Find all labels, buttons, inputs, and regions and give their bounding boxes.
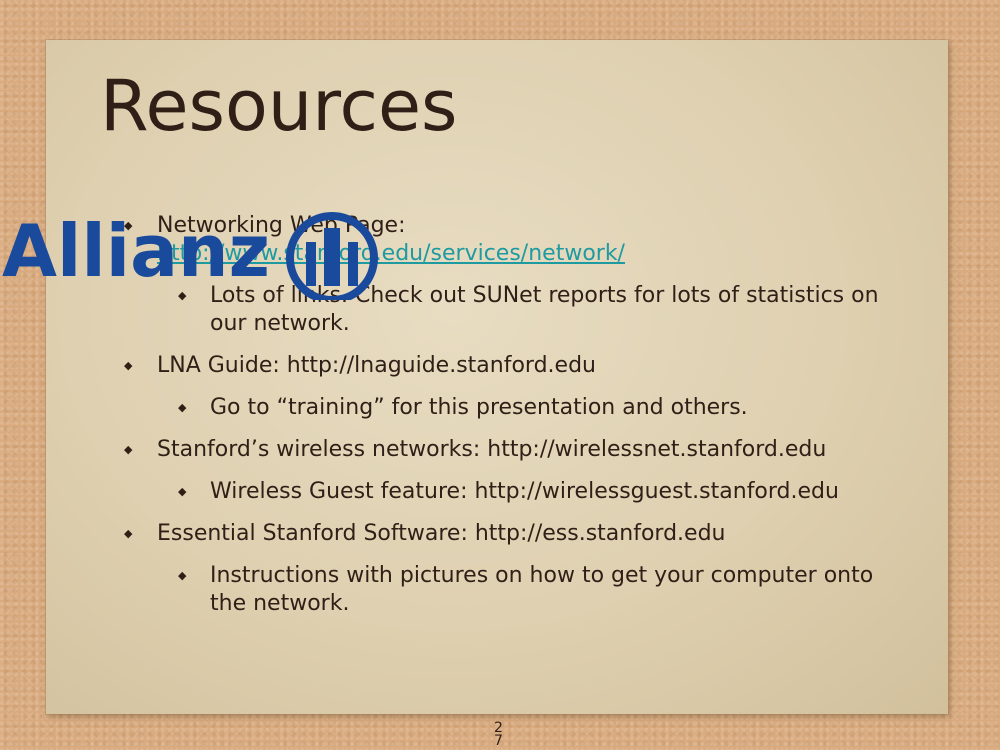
slide-title: Resources xyxy=(100,65,458,147)
bullet-text: Instructions with pictures on how to get… xyxy=(210,563,874,616)
allianz-logo-emblem-bar xyxy=(306,242,316,286)
diamond-bullet-icon: ◆ xyxy=(178,569,187,582)
allianz-logo-wordmark: Allianz xyxy=(2,210,270,293)
bullet-item-lna-guide: ◆ LNA Guide: http://lnaguide.stanford.ed… xyxy=(120,352,900,380)
sub-bullet-item-wireless-guest: ◆ Wireless Guest feature: http://wireles… xyxy=(120,478,900,506)
diamond-bullet-icon: ◆ xyxy=(124,443,133,456)
diamond-bullet-icon: ◆ xyxy=(124,527,133,540)
bullet-item-ess: ◆ Essential Stanford Software: http://es… xyxy=(120,520,900,548)
allianz-logo-emblem-bar xyxy=(324,228,340,286)
bullet-text: Essential Stanford Software: http://ess.… xyxy=(157,521,726,546)
page-number: 27 xyxy=(494,720,503,749)
allianz-logo-emblem-bar xyxy=(348,242,358,286)
sub-bullet-item-instructions: ◆ Instructions with pictures on how to g… xyxy=(120,562,900,618)
allianz-logo: Allianz xyxy=(2,210,378,300)
bullet-text: LNA Guide: http://lnaguide.stanford.edu xyxy=(157,353,596,378)
bullet-text: Wireless Guest feature: http://wirelessg… xyxy=(210,479,839,504)
bullet-text: Go to “training” for this presentation a… xyxy=(210,395,748,420)
diamond-bullet-icon: ◆ xyxy=(178,401,187,414)
sub-bullet-item-training: ◆ Go to “training” for this presentation… xyxy=(120,394,900,422)
bullet-text: Stanford’s wireless networks: http://wir… xyxy=(157,437,827,462)
diamond-bullet-icon: ◆ xyxy=(178,485,187,498)
diamond-bullet-icon: ◆ xyxy=(124,359,133,372)
bullet-item-wireless: ◆ Stanford’s wireless networks: http://w… xyxy=(120,436,900,464)
